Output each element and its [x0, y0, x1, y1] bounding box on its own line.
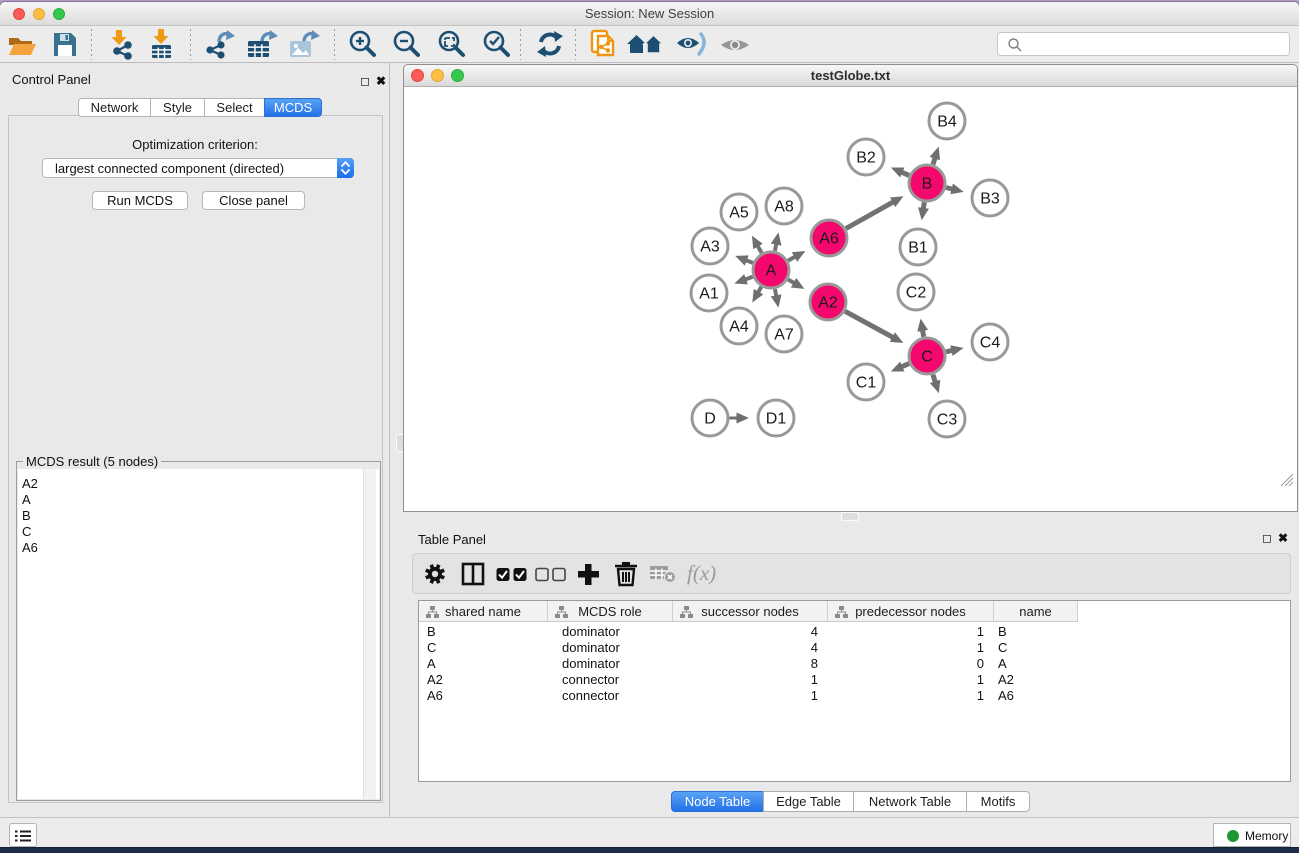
svg-text:D1: D1: [766, 411, 787, 428]
svg-text:D: D: [704, 411, 716, 428]
svg-text:C4: C4: [980, 335, 1001, 352]
svg-text:A7: A7: [774, 327, 794, 344]
svg-text:B: B: [922, 176, 933, 193]
svg-text:A3: A3: [700, 239, 720, 256]
svg-text:B4: B4: [937, 114, 957, 131]
svg-text:A2: A2: [818, 295, 838, 312]
svg-text:A8: A8: [774, 199, 794, 216]
svg-text:C: C: [921, 349, 933, 366]
svg-text:B3: B3: [980, 191, 1000, 208]
svg-text:C3: C3: [937, 412, 958, 429]
svg-text:B2: B2: [856, 150, 876, 167]
svg-text:A: A: [766, 263, 777, 280]
svg-text:C2: C2: [906, 285, 927, 302]
svg-text:A6: A6: [819, 231, 839, 248]
svg-text:A1: A1: [699, 286, 719, 303]
svg-text:A4: A4: [729, 319, 749, 336]
svg-text:C1: C1: [856, 375, 877, 392]
svg-text:B1: B1: [908, 240, 928, 257]
svg-text:A5: A5: [729, 205, 749, 222]
